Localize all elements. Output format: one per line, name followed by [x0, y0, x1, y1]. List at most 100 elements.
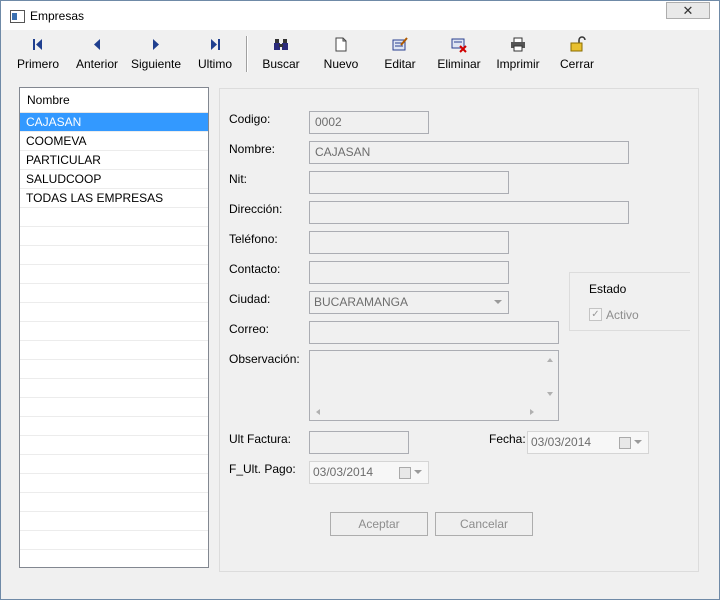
lock-open-icon	[557, 35, 597, 53]
list-item[interactable]: SALUDCOOP	[20, 170, 208, 189]
list-item-empty[interactable]	[20, 512, 208, 531]
list-item[interactable]: COOMEVA	[20, 132, 208, 151]
list-item-empty[interactable]	[20, 379, 208, 398]
f-ult-pago-label: F_Ult. Pago:	[229, 462, 296, 476]
cancelar-button[interactable]: Cancelar	[435, 512, 533, 536]
siguiente-label: Siguiente	[130, 57, 182, 71]
list-item-empty[interactable]	[20, 341, 208, 360]
direccion-field[interactable]	[309, 201, 629, 224]
list-item-empty[interactable]	[20, 455, 208, 474]
anterior-button[interactable]: Anterior	[74, 35, 120, 75]
list-item[interactable]: TODAS LAS EMPRESAS	[20, 189, 208, 208]
fecha-date-picker[interactable]: 03/03/2014	[527, 431, 649, 454]
codigo-field[interactable]: 0002	[309, 111, 429, 134]
cerrar-button[interactable]: Cerrar	[557, 35, 597, 75]
primero-button[interactable]: Primero	[14, 35, 62, 75]
toolbar-separator	[246, 36, 248, 72]
list-item-empty[interactable]	[20, 303, 208, 322]
observacion-textarea[interactable]	[309, 350, 559, 421]
last-record-icon	[194, 35, 236, 53]
estado-group: Estado ✓ Activo	[569, 272, 690, 331]
fecha-label: Fecha:	[489, 432, 526, 446]
printer-icon	[493, 35, 543, 53]
list-item-empty[interactable]	[20, 474, 208, 493]
nombre-label: Nombre:	[229, 142, 276, 156]
list-item-empty[interactable]	[20, 417, 208, 436]
window-icon	[10, 10, 25, 23]
telefono-label: Teléfono:	[229, 232, 278, 246]
horizontal-scrollbar[interactable]	[310, 404, 542, 420]
calendar-icon	[619, 437, 631, 449]
empresas-list[interactable]: Nombre CAJASAN COOMEVA PARTICULAR SALUDCOOP…	[19, 87, 209, 568]
ult-factura-field[interactable]	[309, 431, 409, 454]
estado-title: Estado	[589, 282, 627, 296]
ciudad-select[interactable]: BUCARAMANGA	[309, 291, 509, 314]
list-item-empty[interactable]	[20, 284, 208, 303]
primero-label: Primero	[16, 57, 59, 71]
f-ult-pago-date-picker[interactable]: 03/03/2014	[309, 461, 429, 484]
first-record-icon	[14, 35, 62, 53]
correo-field[interactable]	[309, 321, 559, 344]
list-item-empty[interactable]	[20, 208, 208, 227]
nombre-field[interactable]: CAJASAN	[309, 141, 629, 164]
editar-label: Editar	[384, 57, 416, 71]
next-record-icon	[128, 35, 184, 53]
editar-button[interactable]: Editar	[379, 35, 421, 75]
contacto-field[interactable]	[309, 261, 509, 284]
ultimo-label: Ultimo	[197, 57, 232, 71]
direccion-label: Dirección:	[229, 202, 283, 216]
list-item-empty[interactable]	[20, 246, 208, 265]
buscar-button[interactable]: Buscar	[259, 35, 303, 75]
eliminar-button[interactable]: Eliminar	[434, 35, 484, 75]
codigo-label: Codigo:	[229, 112, 271, 126]
f-ult-pago-value: 03/03/2014	[313, 465, 374, 479]
list-item-empty[interactable]	[20, 493, 208, 512]
list-item-empty[interactable]	[20, 322, 208, 341]
toolbar: Primero Anterior Siguiente Ultimo Buscar…	[1, 31, 719, 77]
list-item-empty[interactable]	[20, 360, 208, 379]
list-item-empty[interactable]	[20, 436, 208, 455]
chevron-down-icon	[634, 440, 642, 444]
imprimir-button[interactable]: Imprimir	[493, 35, 543, 75]
previous-record-icon	[74, 35, 120, 53]
list-item-empty[interactable]	[20, 398, 208, 417]
close-button[interactable]: ✕	[666, 2, 710, 19]
ultimo-button[interactable]: Ultimo	[194, 35, 236, 75]
edit-icon	[379, 35, 421, 53]
telefono-field[interactable]	[309, 231, 509, 254]
list-item-empty[interactable]	[20, 227, 208, 246]
nit-field[interactable]	[309, 171, 509, 194]
window-title: Empresas	[30, 9, 85, 23]
buscar-label: Buscar	[262, 57, 300, 71]
activo-label: Activo	[606, 308, 639, 322]
list-body: CAJASAN COOMEVA PARTICULAR SALUDCOOP TODAS L…	[20, 113, 208, 550]
list-item-empty[interactable]	[20, 265, 208, 284]
aceptar-button[interactable]: Aceptar	[330, 512, 428, 536]
ciudad-label: Ciudad:	[229, 292, 271, 306]
ult-factura-label: Ult Factura:	[229, 432, 292, 446]
list-header-nombre[interactable]: Nombre	[20, 88, 208, 113]
list-item-empty[interactable]	[20, 531, 208, 550]
empresas-window: Empresas ✕ Primero Anterior Siguiente Ul…	[0, 0, 720, 600]
binoculars-icon	[259, 35, 303, 53]
nuevo-button[interactable]: Nuevo	[319, 35, 363, 75]
list-item[interactable]: CAJASAN	[20, 113, 208, 132]
imprimir-label: Imprimir	[496, 57, 540, 71]
chevron-down-icon	[414, 470, 422, 474]
ciudad-value: BUCARAMANGA	[314, 295, 409, 309]
eliminar-label: Eliminar	[437, 57, 481, 71]
vertical-scrollbar[interactable]	[542, 351, 558, 405]
siguiente-button[interactable]: Siguiente	[128, 35, 184, 75]
observacion-label: Observación:	[229, 352, 300, 366]
nit-label: Nit:	[229, 172, 247, 186]
list-item[interactable]: PARTICULAR	[20, 151, 208, 170]
calendar-icon	[399, 467, 411, 479]
anterior-label: Anterior	[75, 57, 119, 71]
fecha-value: 03/03/2014	[531, 435, 592, 449]
chevron-down-icon	[494, 300, 502, 304]
correo-label: Correo:	[229, 322, 270, 336]
nuevo-label: Nuevo	[323, 57, 359, 71]
title-bar: Empresas ✕	[1, 1, 719, 30]
contacto-label: Contacto:	[229, 262, 281, 276]
activo-checkbox[interactable]: ✓	[589, 308, 602, 321]
